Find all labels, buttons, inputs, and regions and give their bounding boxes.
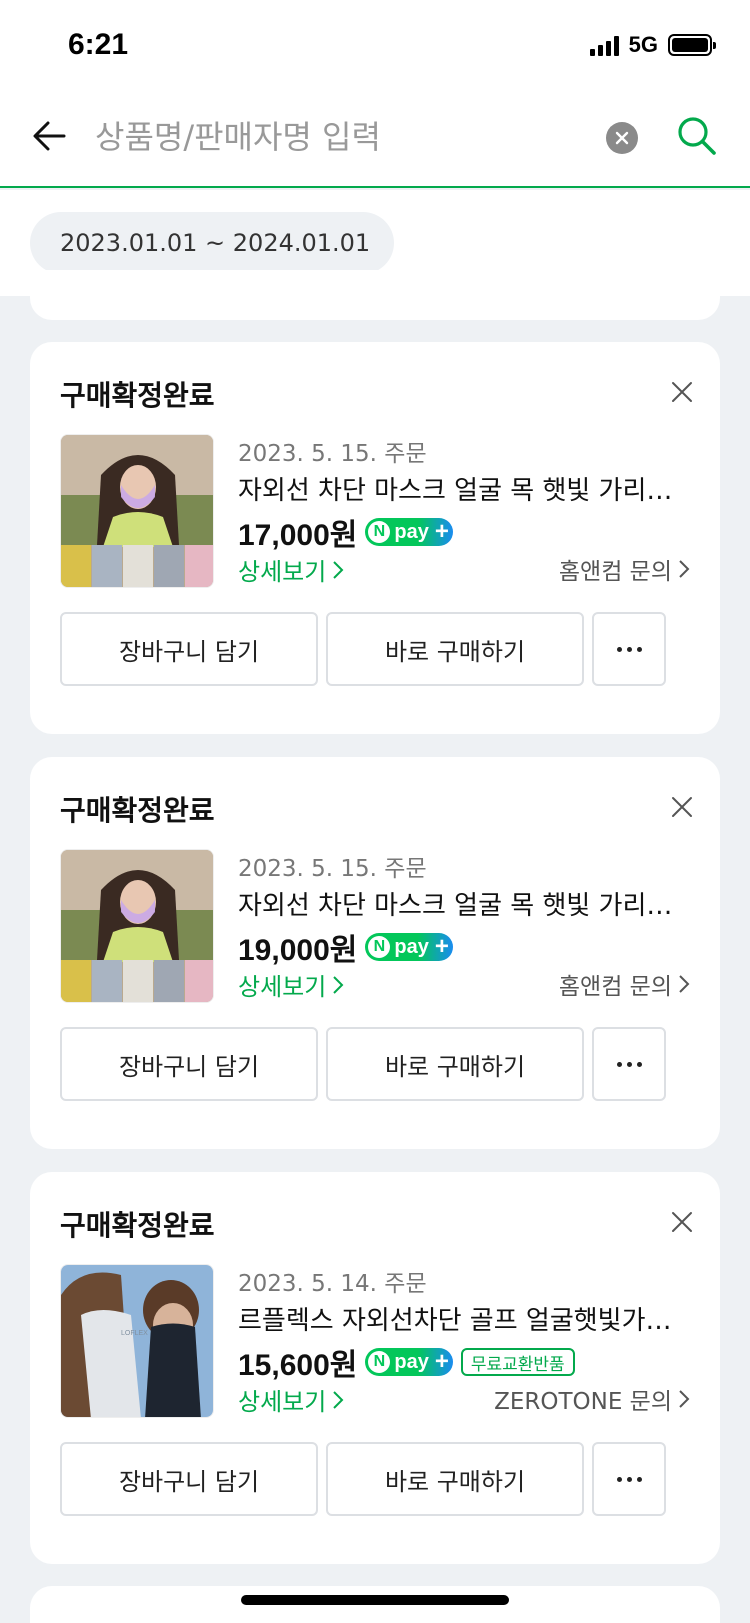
add-to-cart-button[interactable]: 장바구니 담기 — [60, 612, 318, 686]
chevron-right-icon — [333, 1390, 344, 1409]
npay-plus-badge: N pay + — [365, 518, 453, 546]
seller-inquiry-label: 홈앤컴 문의 — [558, 559, 672, 585]
view-details-label: 상세보기 — [238, 1388, 327, 1416]
status-indicators: 5G — [589, 32, 716, 58]
product-image[interactable]: LOFLEX — [60, 1264, 214, 1418]
npay-label: pay — [394, 520, 429, 543]
order-status: 구매확정완료 — [60, 794, 215, 827]
home-indicator[interactable] — [241, 1595, 509, 1605]
close-icon[interactable] — [670, 795, 694, 819]
price-row: 19,000원 N pay + — [238, 925, 453, 969]
seller-inquiry-label: ZEROTONE 문의 — [494, 1389, 672, 1415]
product-name[interactable]: 르플렉스 자외선차단 골프 얼굴햇빛가리개 ... — [238, 1300, 693, 1337]
seller-inquiry-link[interactable]: 홈앤컴 문의 — [559, 967, 690, 1001]
npay-n-icon: N — [368, 1351, 391, 1373]
chevron-right-icon — [333, 560, 344, 579]
svg-text:LOFLEX: LOFLEX — [121, 1330, 148, 1337]
npay-n-icon: N — [368, 521, 391, 543]
npay-plus-badge: N pay + — [365, 933, 453, 961]
more-icon — [616, 1061, 642, 1067]
date-range-filter[interactable]: 2023.01.01 ~ 2024.01.01 — [30, 212, 395, 274]
view-details-label: 상세보기 — [238, 558, 327, 586]
seller-inquiry-label: 홈앤컴 문의 — [558, 974, 672, 1000]
clear-icon[interactable] — [606, 122, 638, 154]
order-card: 구매확정완료 LOFLEX 2023. 5. 14. 주문 르플렉스 자외선차단… — [30, 1172, 720, 1564]
more-options-button[interactable] — [592, 1442, 666, 1516]
status-time: 6:21 — [68, 28, 129, 61]
view-details-link[interactable]: 상세보기 — [238, 552, 344, 587]
add-to-cart-button[interactable]: 장바구니 담기 — [60, 1442, 318, 1516]
search-header — [0, 90, 750, 188]
close-icon[interactable] — [670, 1210, 694, 1234]
more-options-button[interactable] — [592, 1027, 666, 1101]
product-name[interactable]: 자외선 차단 마스크 얼굴 목 햇빛 가리개 페... — [238, 470, 693, 507]
chevron-right-icon — [679, 975, 690, 993]
product-name[interactable]: 자외선 차단 마스크 얼굴 목 햇빛 가리개 페... — [238, 885, 693, 922]
order-date: 2023. 5. 15. 주문 — [238, 856, 427, 882]
order-date: 2023. 5. 14. 주문 — [238, 1271, 427, 1297]
npay-n-icon: N — [368, 936, 391, 958]
price: 15,600원 — [238, 1349, 358, 1382]
more-options-button[interactable] — [592, 612, 666, 686]
price-row: 15,600원 N pay + 무료교환반품 — [238, 1340, 575, 1384]
search-input[interactable] — [95, 112, 575, 162]
back-arrow-icon[interactable] — [30, 116, 70, 156]
search-icon[interactable] — [675, 114, 717, 156]
price: 19,000원 — [238, 934, 358, 967]
product-image[interactable] — [60, 434, 214, 588]
order-date: 2023. 5. 15. 주문 — [238, 441, 427, 467]
plus-icon: + — [434, 518, 449, 545]
view-details-link[interactable]: 상세보기 — [238, 1382, 344, 1417]
order-status: 구매확정완료 — [60, 1209, 215, 1242]
add-to-cart-button[interactable]: 장바구니 담기 — [60, 1027, 318, 1101]
chevron-right-icon — [679, 1390, 690, 1408]
plus-icon: + — [434, 1348, 449, 1375]
battery-icon — [668, 34, 716, 56]
price: 17,000원 — [238, 519, 358, 552]
chevron-right-icon — [333, 975, 344, 994]
seller-inquiry-link[interactable]: 홈앤컴 문의 — [559, 552, 690, 586]
buy-now-button[interactable]: 바로 구매하기 — [326, 1442, 584, 1516]
free-exchange-badge: 무료교환반품 — [460, 1348, 575, 1376]
more-icon — [616, 1476, 642, 1482]
more-icon — [616, 646, 642, 652]
seller-inquiry-link[interactable]: ZEROTONE 문의 — [494, 1382, 690, 1416]
network-label: 5G — [628, 32, 658, 57]
price-row: 17,000원 N pay + — [238, 510, 453, 554]
order-card: 구매확정완료 2023. 5. 15. 주문 자외선 차단 마스크 얼굴 목 햇… — [30, 342, 720, 734]
npay-label: pay — [394, 1350, 429, 1373]
order-card: 구매확정완료 2023. 5. 15. 주문 자외선 차단 마스크 얼굴 목 햇… — [30, 757, 720, 1149]
product-image[interactable] — [60, 849, 214, 1003]
npay-plus-badge: N pay + — [365, 1348, 453, 1376]
buy-now-button[interactable]: 바로 구매하기 — [326, 1027, 584, 1101]
chevron-right-icon — [679, 560, 690, 578]
close-icon[interactable] — [670, 380, 694, 404]
previous-order-card — [30, 270, 720, 320]
status-bar: 6:21 5G — [0, 0, 750, 90]
order-status: 구매확정완료 — [60, 379, 215, 412]
view-details-link[interactable]: 상세보기 — [238, 967, 344, 1002]
buy-now-button[interactable]: 바로 구매하기 — [326, 612, 584, 686]
npay-label: pay — [394, 935, 429, 958]
plus-icon: + — [434, 933, 449, 960]
view-details-label: 상세보기 — [238, 973, 327, 1001]
signal-icon — [589, 34, 619, 56]
